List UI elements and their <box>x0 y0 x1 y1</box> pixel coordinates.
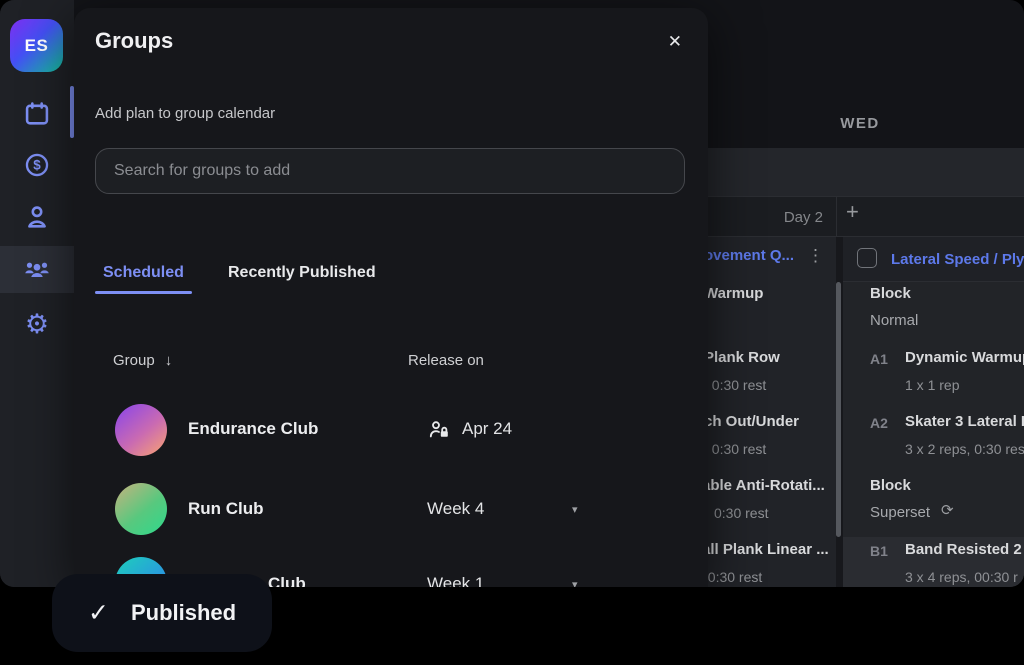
chevron-down-icon[interactable]: ▾ <box>572 578 578 587</box>
calendar-icon <box>23 100 51 128</box>
modal-subtitle: Add plan to group calendar <box>95 105 275 122</box>
group-name: Endurance Club <box>188 419 318 439</box>
workout-checkbox[interactable] <box>857 248 877 268</box>
exercise-name: all Plank Linear ... <box>702 540 829 560</box>
release-week[interactable]: Week 1 <box>427 574 484 587</box>
published-toast: ✓ Published <box>52 574 272 652</box>
groups-icon <box>22 255 52 285</box>
chevron-down-icon[interactable]: ▾ <box>572 503 578 516</box>
kebab-menu-icon[interactable]: ⋮ <box>807 246 824 266</box>
person-icon <box>23 203 51 231</box>
exercise-name: Dynamic Warmup <box>905 348 1024 368</box>
workout-title-link[interactable]: ovement Q... <box>704 246 794 266</box>
gear-icon: ⚙ <box>25 311 49 338</box>
exercise-index: A2 <box>870 413 888 433</box>
day-label: Day 2 <box>750 209 823 226</box>
sidebar-item-billing[interactable]: $ <box>0 141 74 188</box>
app-window: WED Day 2 + ovement Q... ⋮ Warmup Plank … <box>0 0 1024 587</box>
superset-cycle-icon: ⟳ <box>941 501 954 521</box>
release-date: Apr 24 <box>462 419 512 439</box>
exercise-detail: . 0:30 rest <box>700 567 762 587</box>
block-label: Block <box>870 476 911 496</box>
exercise-detail: 3 x 4 reps, 00:30 r <box>905 567 1018 587</box>
svg-text:$: $ <box>33 157 41 172</box>
group-avatar <box>115 404 167 456</box>
close-icon[interactable]: ✕ <box>668 32 682 52</box>
workout-card-lateral-speed[interactable]: Lateral Speed / Plyo Block Normal A1 Dyn… <box>843 237 1024 587</box>
group-name: Club <box>268 574 306 587</box>
exercise-name: Band Resisted 2 Step <box>905 540 1024 560</box>
group-avatar <box>115 483 167 535</box>
check-icon: ✓ <box>88 598 109 628</box>
exercise-label: Warmup <box>704 284 763 304</box>
add-workout-button[interactable]: + <box>846 201 859 223</box>
column-divider <box>836 197 837 236</box>
sidebar-item-settings[interactable]: ⚙ <box>0 301 74 348</box>
exercise-index: A1 <box>870 349 888 369</box>
modal-title: Groups <box>95 28 173 54</box>
sidebar-item-athletes[interactable] <box>0 193 74 240</box>
block-type: Superset <box>870 503 930 523</box>
search-input[interactable] <box>95 148 685 194</box>
exercise-name: ch Out/Under <box>704 412 799 432</box>
block-label: Block <box>870 284 911 304</box>
sort-descending-icon: ↓ <box>165 352 173 369</box>
groups-modal: Groups ✕ Add plan to group calendar Sche… <box>74 8 708 587</box>
tab-recently-published[interactable]: Recently Published <box>228 264 376 282</box>
release-week[interactable]: Week 4 <box>427 499 484 519</box>
tab-scheduled[interactable]: Scheduled <box>103 264 184 282</box>
workout-title-link[interactable]: Lateral Speed / Plyo <box>891 250 1024 270</box>
exercise-detail: 1 x 1 rep <box>905 375 959 395</box>
weekday-header: WED <box>810 115 910 132</box>
account-logo[interactable]: ES <box>10 19 63 72</box>
exercise-detail: 3 x 2 reps, 0:30 res <box>905 439 1024 459</box>
exercise-detail: , 0:30 rest <box>704 439 766 459</box>
toast-label: Published <box>131 600 236 626</box>
exercise-name: Skater 3 Lateral Hop <box>905 412 1024 432</box>
block-type: Normal <box>870 311 918 331</box>
sidebar: ES $ <box>0 0 74 587</box>
exercise-detail: , 0:30 rest <box>704 375 766 395</box>
column-header-release: Release on <box>408 352 484 369</box>
card-scrollbar[interactable] <box>836 282 841 537</box>
person-lock-icon <box>427 418 451 447</box>
exercise-detail: 0:30 rest <box>714 503 768 523</box>
exercise-name: Plank Row <box>704 348 780 368</box>
sidebar-item-groups[interactable] <box>0 246 74 293</box>
column-header-group[interactable]: Group↓ <box>113 352 172 369</box>
dollar-icon: $ <box>23 151 51 179</box>
exercise-name: able Anti-Rotati... <box>702 476 825 496</box>
active-tab-underline <box>95 291 192 294</box>
sidebar-item-calendar[interactable] <box>0 90 74 137</box>
group-name: Run Club <box>188 499 264 519</box>
exercise-index: B1 <box>870 541 888 561</box>
